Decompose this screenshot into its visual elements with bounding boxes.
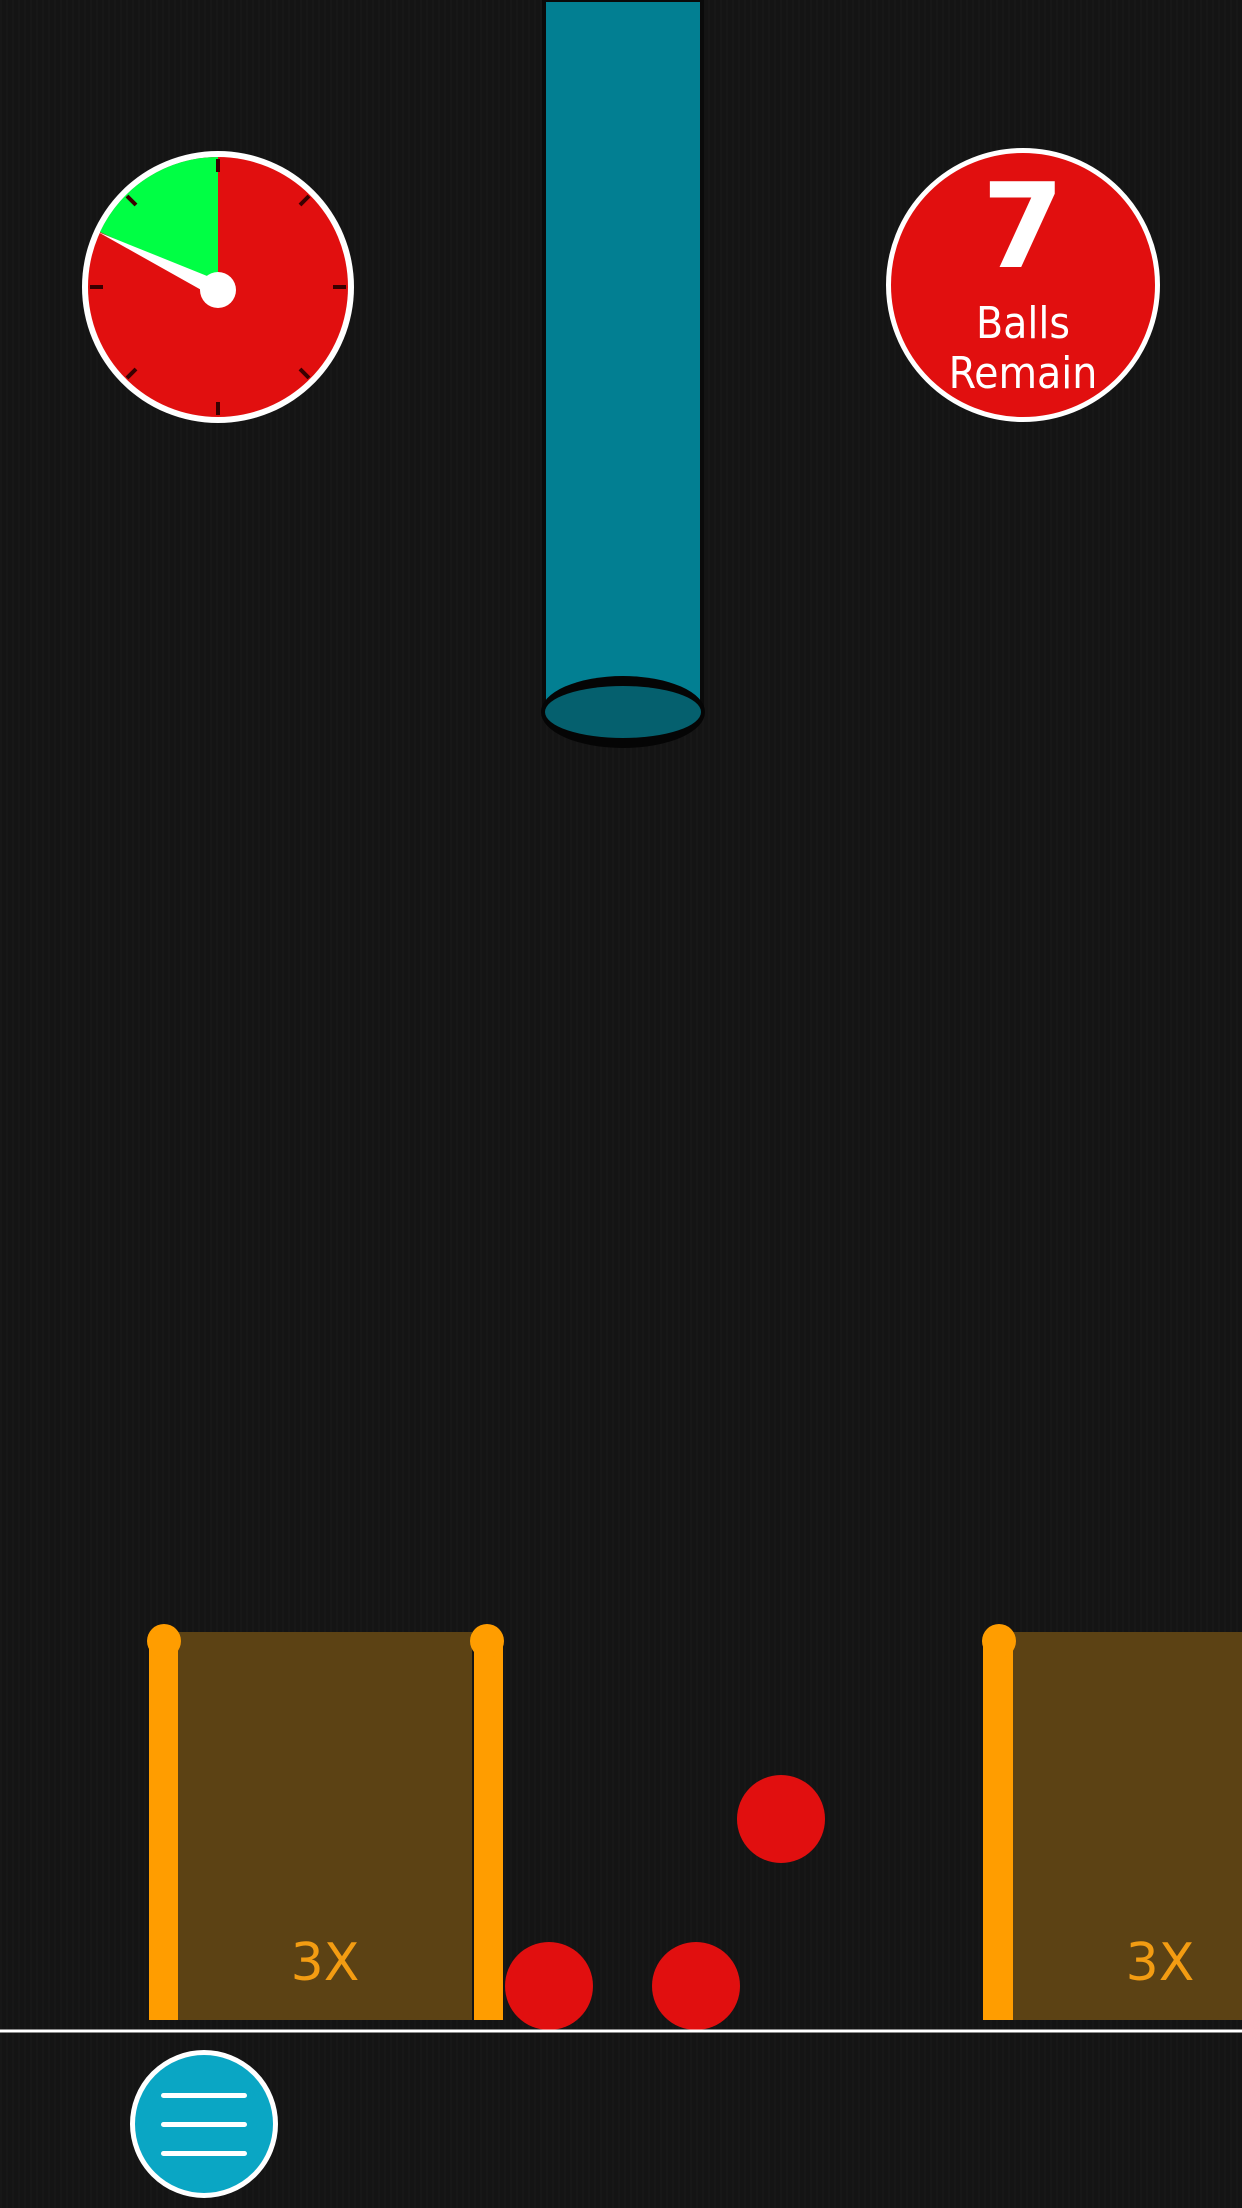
game-screen[interactable]: 3X 3X 7 Balls Remain (0, 0, 1242, 2208)
tube-opening (545, 686, 701, 738)
balls (505, 1775, 825, 2030)
bucket-right-peg (982, 1624, 1016, 1658)
timer-hub (200, 272, 236, 308)
bucket-right-wall (983, 1640, 1013, 2020)
bucket-left-wall-1 (149, 1640, 178, 2020)
bucket-left-wall-2 (474, 1640, 503, 2020)
stopwatch-timer-icon (82, 151, 354, 423)
ball (505, 1942, 593, 2030)
bucket-left-multiplier: 3X (290, 1933, 360, 1993)
ball (737, 1775, 825, 1863)
menu-button[interactable] (130, 2050, 278, 2198)
bucket-left-peg-2 (470, 1624, 504, 1658)
dispenser-tube (541, 0, 705, 748)
bucket-left-peg-1 (147, 1624, 181, 1658)
balls-caption-line1: Balls (975, 298, 1071, 349)
balls-remaining-count: 7 (981, 157, 1065, 295)
balls-remaining-badge: 7 Balls Remain (886, 148, 1160, 422)
balls-remaining-caption: Balls Remain (891, 299, 1155, 399)
bucket-right-multiplier: 3X (1125, 1933, 1195, 1993)
tube-body (542, 0, 704, 714)
ball (652, 1942, 740, 2030)
balls-caption-line2: Remain (948, 348, 1098, 399)
